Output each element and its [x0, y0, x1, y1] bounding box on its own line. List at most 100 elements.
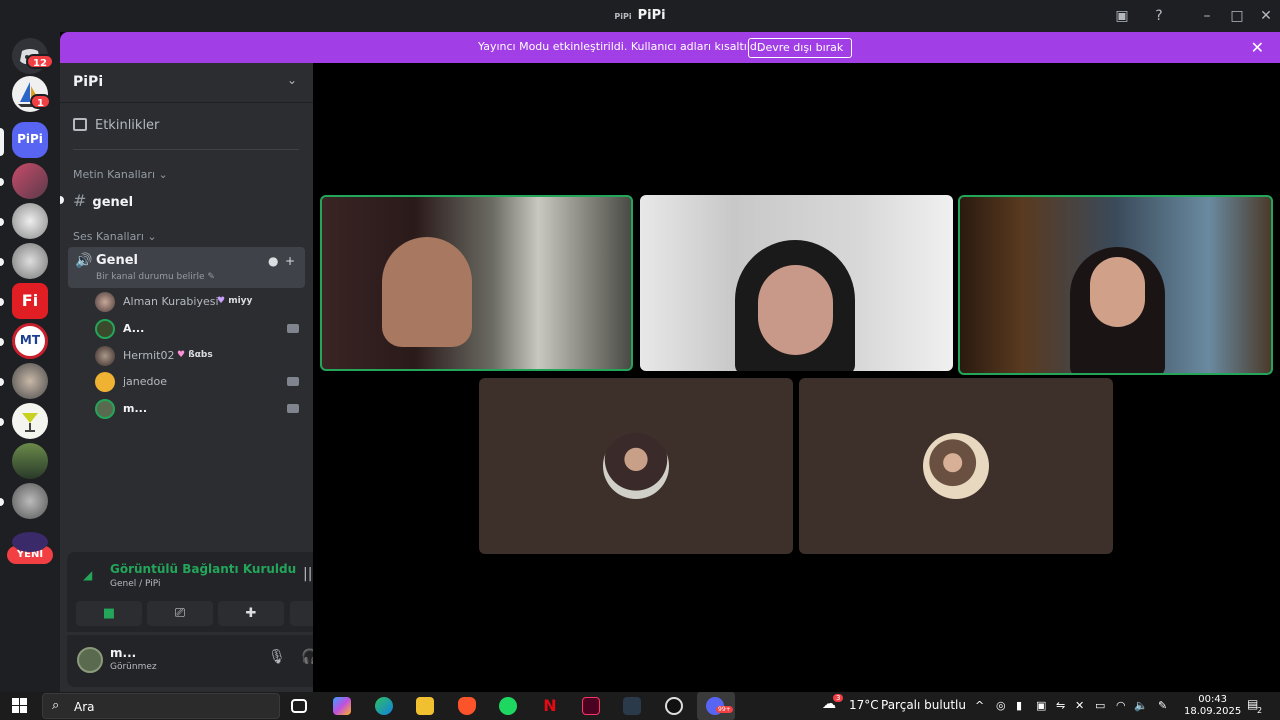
camera-icon: ■ — [102, 606, 116, 621]
server-landscape[interactable] — [12, 443, 48, 479]
tray-icon-5[interactable]: ✕ — [1075, 699, 1084, 712]
weather-desc[interactable]: Parçalı bulutlu — [881, 698, 966, 712]
events-item[interactable]: Etkinlikler — [73, 118, 159, 133]
voice-location[interactable]: Genel / PiPi — [110, 579, 160, 589]
server-name: PiPi — [73, 74, 104, 90]
voice-member[interactable]: Alman Kurabiyesi ♥ miyy — [95, 292, 305, 314]
tray-icon-1[interactable]: ◎ — [996, 699, 1006, 712]
search-icon: ⌕ — [52, 698, 60, 713]
taskbar-search[interactable]: ⌕ Ara — [42, 693, 280, 719]
weather-temp[interactable]: 17°C — [849, 698, 879, 712]
username[interactable]: m... — [110, 646, 136, 660]
close-banner-icon[interactable]: ✕ — [1251, 38, 1264, 57]
microphone-icon[interactable]: 🎙 — [268, 649, 286, 665]
minimize-icon[interactable]: – — [1197, 6, 1217, 26]
video-stage — [313, 63, 1280, 692]
voice-channel-genel[interactable]: 🔊 Genel Bir kanal durumu belirle ✎ ● + — [68, 247, 305, 288]
chat-bubble-icon[interactable]: ● — [268, 254, 278, 268]
participant-video — [382, 237, 472, 347]
member-tag: ♥ miyy — [217, 296, 253, 306]
selected-pill — [0, 128, 4, 156]
wifi-icon[interactable]: ◠ — [1116, 699, 1126, 712]
text-category[interactable]: Metin Kanalları ⌄ — [73, 168, 168, 181]
server-pipi[interactable]: PiPi — [12, 122, 48, 158]
unread-pill — [0, 298, 4, 306]
divider — [73, 149, 299, 150]
chevron-down-icon: ⌄ — [158, 168, 168, 181]
indesign-icon[interactable] — [582, 697, 600, 715]
avatar — [95, 292, 115, 312]
davinci-icon[interactable] — [623, 697, 641, 715]
window-title: PiPi PiPi — [614, 8, 666, 23]
camera-icon — [287, 324, 299, 333]
avatar — [95, 399, 115, 419]
brave-icon[interactable] — [458, 697, 476, 715]
video-tile-user1[interactable] — [320, 195, 633, 371]
clock[interactable]: 00:43 18.09.2025 — [1184, 694, 1241, 718]
avatar[interactable] — [77, 647, 103, 673]
unread-pill — [0, 378, 4, 386]
camera-icon — [287, 404, 299, 413]
video-tile-user4[interactable] — [479, 378, 793, 554]
server-fi[interactable]: Fi — [12, 283, 48, 319]
server-partial[interactable] — [12, 532, 48, 552]
battery-icon[interactable]: ▭ — [1095, 699, 1105, 712]
tray-icon-4[interactable]: ⇋ — [1056, 699, 1065, 712]
chevron-up-icon[interactable]: ^ — [975, 699, 984, 712]
voice-channel-name: Genel — [96, 253, 139, 268]
gamepad-icon: ✚ — [245, 606, 257, 621]
disable-streamer-mode-button[interactable]: Devre dışı bırak — [748, 38, 853, 58]
copilot-icon[interactable] — [333, 697, 351, 715]
server-person[interactable] — [12, 363, 48, 399]
maximize-icon[interactable]: □ — [1227, 6, 1247, 26]
title-bar: PiPi PiPi ▣ ? – □ ✕ — [0, 0, 1280, 32]
file-explorer-icon[interactable] — [416, 697, 434, 715]
avatar — [95, 346, 115, 366]
server-sketch[interactable] — [12, 203, 48, 239]
signal-icon: ◢ — [83, 568, 93, 582]
video-tile-user2[interactable] — [640, 195, 953, 371]
server-header[interactable]: PiPi ⌄ — [60, 63, 313, 103]
server-anime[interactable] — [12, 163, 48, 199]
inbox-icon[interactable]: ▣ — [1112, 6, 1132, 26]
voice-category[interactable]: Ses Kanalları ⌄ — [73, 230, 157, 243]
voice-status[interactable]: Görüntülü Bağlantı Kuruldu — [110, 562, 296, 576]
video-tile-user5[interactable] — [799, 378, 1113, 554]
voice-member[interactable]: m... — [95, 399, 305, 421]
voice-member[interactable]: janedoe — [95, 372, 305, 394]
unread-pill — [0, 498, 4, 506]
speaker-icon: 🔊 — [75, 253, 93, 269]
channel-genel[interactable]: # genel — [73, 191, 133, 210]
server-mono[interactable] — [12, 243, 48, 279]
pen-icon[interactable]: ✎ — [1158, 699, 1167, 712]
netflix-icon[interactable]: N — [541, 697, 559, 715]
voice-member[interactable]: A... — [95, 319, 305, 341]
server-cocktail[interactable] — [12, 403, 48, 439]
windows-start-icon[interactable] — [12, 698, 28, 714]
invite-user-icon[interactable]: + — [285, 254, 295, 268]
cocktail-icon — [22, 413, 38, 432]
avatar — [603, 433, 669, 499]
task-view-icon[interactable] — [291, 699, 307, 713]
channel-status-placeholder[interactable]: Bir kanal durumu belirle ✎ — [96, 272, 215, 282]
discord-badge: 99+ — [716, 706, 733, 713]
avatar — [95, 319, 115, 339]
tray-icon-3[interactable]: ▣ — [1036, 699, 1046, 712]
obs-icon[interactable] — [665, 697, 683, 715]
camera-button[interactable]: ■ — [76, 601, 142, 626]
help-icon[interactable]: ? — [1149, 6, 1169, 26]
video-tile-user3[interactable] — [958, 195, 1273, 375]
screen-share-button[interactable]: ⎚ — [147, 601, 213, 626]
spotify-icon[interactable] — [499, 697, 517, 715]
avatar — [923, 433, 989, 499]
close-window-icon[interactable]: ✕ — [1256, 6, 1276, 26]
volume-icon[interactable]: 🔈 — [1134, 699, 1148, 712]
server-mt[interactable]: MT — [12, 323, 48, 359]
chevron-down-icon: ⌄ — [147, 230, 157, 243]
tray-icon-2[interactable]: ▮ — [1016, 699, 1022, 712]
edge-icon[interactable] — [375, 697, 393, 715]
voice-member[interactable]: Hermit02 ♥ ßαbs — [95, 346, 305, 368]
streamer-mode-banner: Yayıncı Modu etkinleştirildi. Kullanıcı … — [60, 32, 1280, 63]
server-gray[interactable] — [12, 483, 48, 519]
activity-button[interactable]: ✚ — [218, 601, 284, 626]
